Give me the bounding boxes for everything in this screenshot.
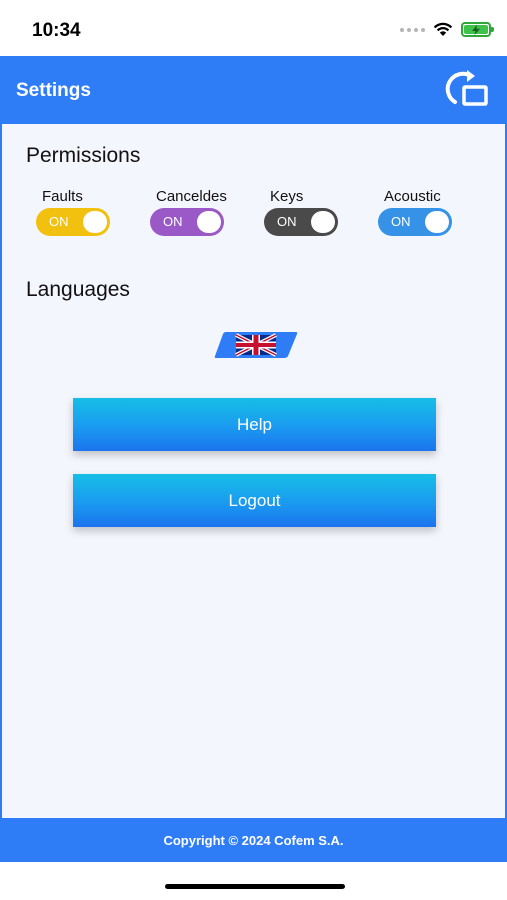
permission-acoustic: Acoustic ON xyxy=(378,188,452,236)
permission-label: Canceldes xyxy=(156,188,227,205)
settings-screen: Settings Permissions Faults ON Canceldes… xyxy=(0,56,507,862)
toggle-knob xyxy=(425,211,449,233)
toggle-state: ON xyxy=(277,214,297,229)
permissions-title: Permissions xyxy=(26,144,141,167)
page-title: Settings xyxy=(16,80,91,101)
permission-faults: Faults ON xyxy=(36,188,110,236)
toggle-knob xyxy=(311,211,335,233)
status-bar: 10:34 xyxy=(0,0,507,56)
languages-title: Languages xyxy=(26,278,130,301)
footer-bar: Copyright © 2024 Cofem S.A. xyxy=(2,818,505,862)
permission-label: Keys xyxy=(270,188,304,205)
home-indicator[interactable] xyxy=(165,884,345,889)
status-icons xyxy=(400,22,494,37)
copyright-text: Copyright © 2024 Cofem S.A. xyxy=(163,832,344,848)
acoustic-toggle[interactable]: ON xyxy=(378,208,452,236)
toggle-knob xyxy=(197,211,221,233)
toggle-state: ON xyxy=(391,214,411,229)
toggle-state: ON xyxy=(163,214,183,229)
uk-flag-icon xyxy=(214,332,298,358)
keys-toggle[interactable]: ON xyxy=(264,208,338,236)
rotate-screen-icon xyxy=(445,70,488,106)
canceldes-toggle[interactable]: ON xyxy=(150,208,224,236)
cellular-dots-icon xyxy=(400,27,425,32)
wifi-icon xyxy=(433,22,453,36)
header-bar: Settings xyxy=(2,56,505,124)
rotate-screen-button[interactable] xyxy=(445,68,491,112)
language-english-button[interactable] xyxy=(214,330,298,360)
status-time: 10:34 xyxy=(32,20,81,41)
toggle-knob xyxy=(83,211,107,233)
battery-charging-icon xyxy=(461,22,494,37)
faults-toggle[interactable]: ON xyxy=(36,208,110,236)
permission-keys: Keys ON xyxy=(264,188,338,236)
help-button[interactable]: Help xyxy=(73,398,436,451)
toggle-state: ON xyxy=(49,214,69,229)
permission-label: Acoustic xyxy=(384,188,441,205)
logout-button[interactable]: Logout xyxy=(73,474,436,527)
permission-label: Faults xyxy=(42,188,83,205)
permission-canceldes: Canceldes ON xyxy=(150,188,227,236)
